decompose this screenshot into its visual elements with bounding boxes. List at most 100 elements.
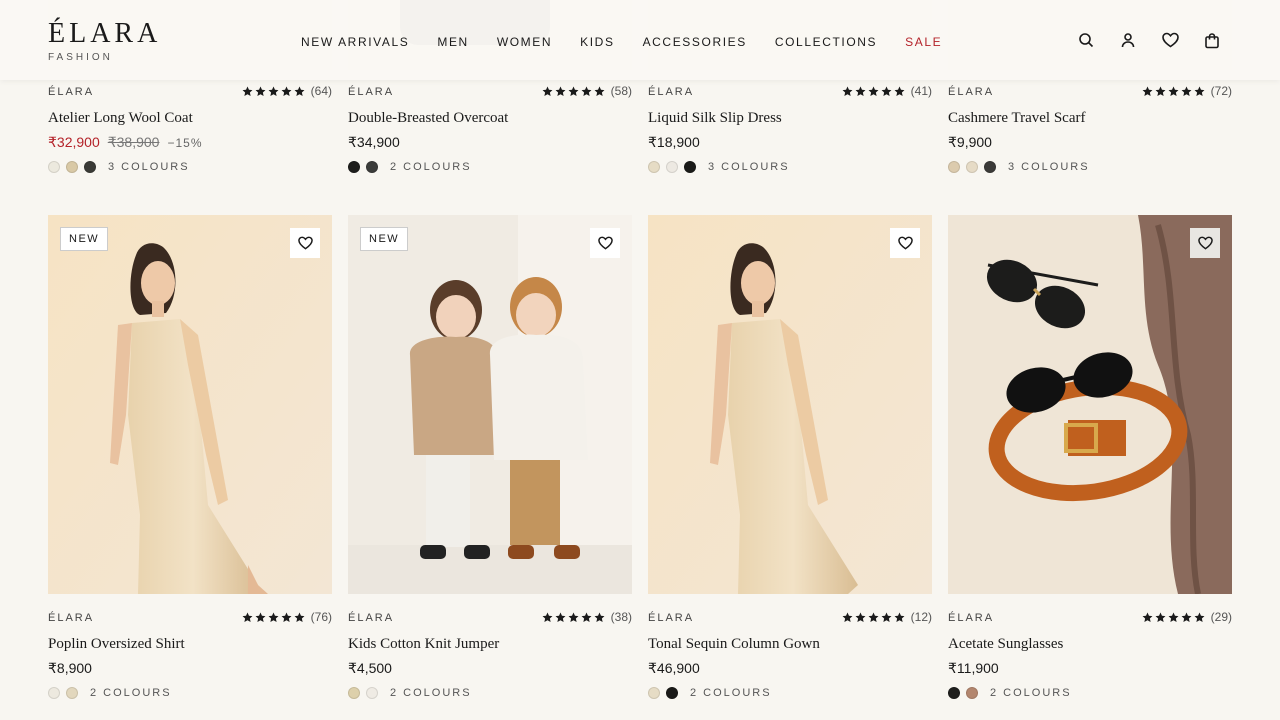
product-card-info[interactable]: ÉLARA (72) Cashmere Travel Scarf ₹9,900 3 CO… bbox=[948, 84, 1232, 174]
add-to-wishlist-button[interactable] bbox=[1190, 228, 1220, 258]
product-rating: (72) bbox=[1142, 84, 1232, 98]
colour-swatch[interactable] bbox=[948, 161, 960, 173]
nav-men[interactable]: MEN bbox=[437, 35, 468, 49]
product-card-info[interactable]: ÉLARA (38) Kids Cotton Knit Jumper ₹4,500 2 … bbox=[348, 610, 632, 700]
product-name[interactable]: Acetate Sunglasses bbox=[948, 636, 1232, 654]
colour-count: 3 COLOURS bbox=[108, 161, 190, 173]
colour-swatch[interactable] bbox=[48, 687, 60, 699]
nav-collections[interactable]: COLLECTIONS bbox=[775, 35, 877, 49]
colour-swatches: 2 COLOURS bbox=[948, 686, 1232, 700]
product-image[interactable] bbox=[948, 215, 1232, 594]
price-line: ₹8,900 bbox=[48, 660, 332, 678]
product-card-info[interactable]: ÉLARA (58) Double-Breasted Overcoat ₹34,900… bbox=[348, 84, 632, 174]
star-icon bbox=[1155, 86, 1166, 96]
add-to-wishlist-button[interactable] bbox=[290, 228, 320, 258]
product-name[interactable]: Double-Breasted Overcoat bbox=[348, 110, 632, 128]
colour-count: 3 COLOURS bbox=[708, 161, 790, 173]
heart-icon bbox=[1197, 236, 1213, 250]
product-row-top: ÉLARA (64) Atelier Long Wool Coat ₹32,900 ₹3… bbox=[48, 84, 1232, 174]
colour-swatches: 2 COLOURS bbox=[48, 686, 332, 700]
nav-sale[interactable]: SALE bbox=[905, 35, 942, 49]
star-icon bbox=[881, 612, 892, 622]
colour-swatch[interactable] bbox=[648, 687, 660, 699]
product-image[interactable] bbox=[648, 215, 932, 594]
product-price: ₹18,900 bbox=[648, 134, 700, 150]
review-count: (29) bbox=[1210, 610, 1232, 624]
original-price: ₹38,900 bbox=[107, 134, 160, 150]
colour-count: 2 COLOURS bbox=[990, 687, 1072, 699]
star-icon bbox=[868, 612, 879, 622]
nav-accessories[interactable]: ACCESSORIES bbox=[643, 35, 747, 49]
star-icon bbox=[255, 612, 266, 622]
star-icon bbox=[542, 612, 553, 622]
colour-swatch[interactable] bbox=[66, 161, 78, 173]
colour-swatch[interactable] bbox=[366, 687, 378, 699]
colour-swatch[interactable] bbox=[66, 687, 78, 699]
product-rating: (64) bbox=[242, 84, 332, 98]
product-images-row: NEW NEW bbox=[48, 215, 1232, 594]
cart-icon[interactable] bbox=[1202, 30, 1222, 50]
price-line: ₹18,900 bbox=[648, 134, 932, 152]
review-count: (12) bbox=[910, 610, 932, 624]
review-count: (76) bbox=[310, 610, 332, 624]
product-card-info[interactable]: ÉLARA (76) Poplin Oversized Shirt ₹8,900 2 C… bbox=[48, 610, 332, 700]
star-icon bbox=[1142, 86, 1153, 96]
product-rating: (12) bbox=[842, 610, 932, 624]
new-badge: NEW bbox=[360, 227, 409, 251]
product-card-info[interactable]: ÉLARA (29) Acetate Sunglasses ₹11,900 2 COLO… bbox=[948, 610, 1232, 700]
product-card-info[interactable]: ÉLARA (64) Atelier Long Wool Coat ₹32,900 ₹3… bbox=[48, 84, 332, 174]
product-name[interactable]: Atelier Long Wool Coat bbox=[48, 110, 332, 128]
colour-swatch[interactable] bbox=[366, 161, 378, 173]
product-name[interactable]: Cashmere Travel Scarf bbox=[948, 110, 1232, 128]
product-name[interactable]: Kids Cotton Knit Jumper bbox=[348, 636, 632, 654]
star-icon bbox=[1155, 612, 1166, 622]
colour-swatch[interactable] bbox=[348, 161, 360, 173]
colour-swatch[interactable] bbox=[966, 687, 978, 699]
product-image[interactable]: NEW bbox=[48, 215, 332, 594]
price-line: ₹46,900 bbox=[648, 660, 932, 678]
colour-count: 3 COLOURS bbox=[1008, 161, 1090, 173]
nav-kids[interactable]: KIDS bbox=[580, 35, 614, 49]
price-line: ₹9,900 bbox=[948, 134, 1232, 152]
nav-women[interactable]: WOMEN bbox=[497, 35, 552, 49]
colour-swatch[interactable] bbox=[666, 161, 678, 173]
search-icon[interactable] bbox=[1076, 30, 1096, 50]
logo-wordmark: ÉLARA bbox=[48, 18, 162, 49]
colour-swatch[interactable] bbox=[666, 687, 678, 699]
colour-swatch[interactable] bbox=[48, 161, 60, 173]
product-price: ₹4,500 bbox=[348, 660, 392, 676]
star-icon bbox=[542, 86, 553, 96]
price-line: ₹32,900 ₹38,900 −15% bbox=[48, 134, 332, 152]
colour-count: 2 COLOURS bbox=[390, 161, 472, 173]
review-count: (38) bbox=[610, 610, 632, 624]
product-name[interactable]: Poplin Oversized Shirt bbox=[48, 636, 332, 654]
star-icon bbox=[268, 612, 279, 622]
colour-swatch[interactable] bbox=[84, 161, 96, 173]
product-card-info[interactable]: ÉLARA (41) Liquid Silk Slip Dress ₹18,900 3 … bbox=[648, 84, 932, 174]
star-icon bbox=[568, 612, 579, 622]
colour-swatches: 3 COLOURS bbox=[48, 160, 332, 174]
nav-new-arrivals[interactable]: NEW ARRIVALS bbox=[301, 35, 409, 49]
account-icon[interactable] bbox=[1118, 30, 1138, 50]
product-name[interactable]: Tonal Sequin Column Gown bbox=[648, 636, 932, 654]
heart-icon bbox=[297, 236, 313, 250]
star-icon bbox=[1194, 86, 1205, 96]
colour-swatch[interactable] bbox=[984, 161, 996, 173]
product-rating: (29) bbox=[1142, 610, 1232, 624]
star-icon bbox=[894, 86, 905, 96]
star-icon bbox=[1181, 86, 1192, 96]
colour-swatch[interactable] bbox=[348, 687, 360, 699]
logo[interactable]: ÉLARA FASHION bbox=[48, 18, 161, 63]
product-name[interactable]: Liquid Silk Slip Dress bbox=[648, 110, 932, 128]
product-card-info[interactable]: ÉLARA (12) Tonal Sequin Column Gown ₹46,900… bbox=[648, 610, 932, 700]
add-to-wishlist-button[interactable] bbox=[590, 228, 620, 258]
star-icon bbox=[1142, 612, 1153, 622]
wishlist-icon[interactable] bbox=[1160, 30, 1180, 50]
colour-swatch[interactable] bbox=[966, 161, 978, 173]
product-rating: (58) bbox=[542, 84, 632, 98]
colour-swatch[interactable] bbox=[684, 161, 696, 173]
product-image[interactable]: NEW bbox=[348, 215, 632, 594]
colour-swatch[interactable] bbox=[648, 161, 660, 173]
add-to-wishlist-button[interactable] bbox=[890, 228, 920, 258]
colour-swatch[interactable] bbox=[948, 687, 960, 699]
